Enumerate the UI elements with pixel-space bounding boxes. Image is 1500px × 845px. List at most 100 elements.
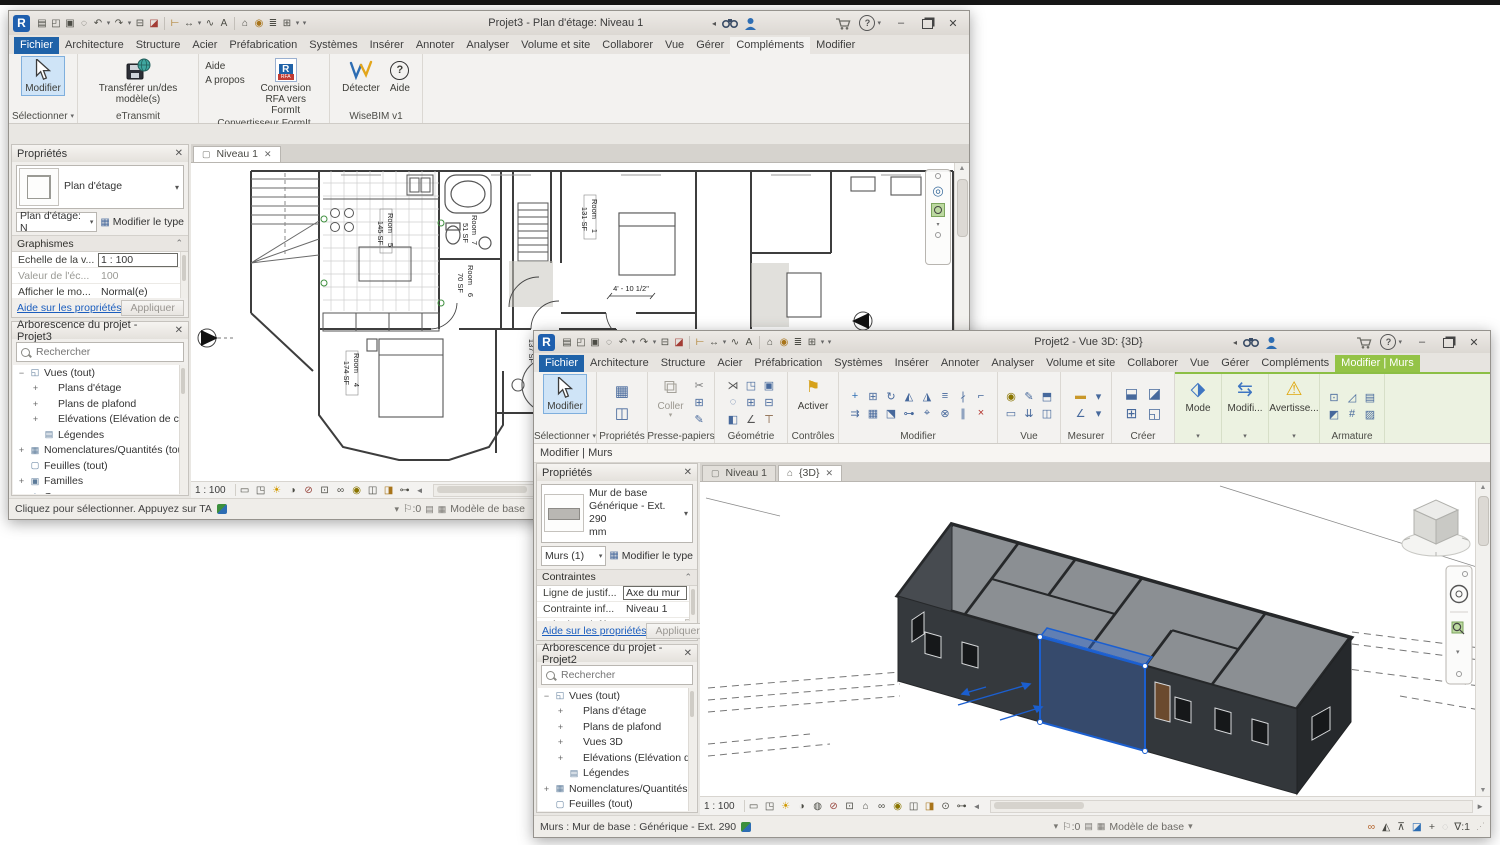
undo-caret-icon[interactable]: ▾ xyxy=(105,15,112,31)
select-links-icon[interactable]: ∞ xyxy=(1368,821,1376,833)
redo-caret-icon[interactable]: ▾ xyxy=(126,15,133,31)
detail-line-icon[interactable]: ∿ xyxy=(203,15,217,31)
print-icon[interactable]: ⊟ xyxy=(658,334,672,350)
sun-path-icon[interactable]: ☀ xyxy=(269,482,285,498)
ui-views-icon[interactable]: ▤ xyxy=(560,334,574,350)
render-icon[interactable]: ◍ xyxy=(810,798,826,814)
panel-etransmit[interactable]: eTransmit xyxy=(78,109,198,123)
ribbon-tab[interactable]: Architecture xyxy=(59,37,130,54)
modify-button[interactable]: Modifier xyxy=(22,57,64,95)
panel-select[interactable]: Sélectionner▾ xyxy=(534,429,596,443)
browser-search[interactable] xyxy=(541,665,693,685)
instance-dropdown[interactable]: Murs (1)▾ xyxy=(541,546,606,566)
close-view-icon[interactable]: ✕ xyxy=(264,149,272,160)
hammer-icon[interactable]: ⊤ xyxy=(761,411,778,427)
navbar-caret-icon[interactable]: ▾ xyxy=(936,221,939,228)
view-tab-niveau1[interactable]: ▢ Niveau 1 xyxy=(702,465,776,481)
undo-caret-icon[interactable]: ▾ xyxy=(630,334,637,350)
reveal-hidden-icon[interactable]: ◉ xyxy=(349,482,365,498)
beam-joins-icon[interactable]: ⊟ xyxy=(761,394,778,410)
close-properties-icon[interactable]: ✕ xyxy=(175,148,183,159)
split-icon[interactable]: ∤ xyxy=(955,388,972,404)
tree-item[interactable]: + Plans d'étage xyxy=(538,704,696,720)
show-crop-icon[interactable]: ⊡ xyxy=(842,798,858,814)
mode-button[interactable]: ⬗ Mode xyxy=(1182,377,1213,415)
mirror-pick-icon[interactable]: ◮ xyxy=(919,388,936,404)
align-icon[interactable]: ≡ xyxy=(937,388,954,404)
section-icon[interactable]: ◉ xyxy=(777,334,791,350)
worksharing-display-icon[interactable]: ◫ xyxy=(365,482,381,498)
ui-views-icon[interactable]: ▤ xyxy=(35,15,49,31)
paste-button[interactable]: ⧉ Coller ▾ xyxy=(654,375,686,421)
measure-length-icon[interactable]: ▬ xyxy=(1072,388,1089,404)
qat-separator[interactable] xyxy=(164,17,165,30)
scale-icon[interactable]: ⬔ xyxy=(883,405,900,421)
cut-geometry-icon[interactable]: ⋊ xyxy=(725,377,742,393)
close-properties-icon[interactable]: ✕ xyxy=(684,467,692,478)
status-caret-icon[interactable]: ▾ xyxy=(395,504,400,515)
help-caret-icon[interactable]: ▾ xyxy=(1398,338,1402,346)
dimension-icon[interactable]: ↔ xyxy=(182,15,196,31)
switch-windows-icon[interactable]: ⊞ xyxy=(805,334,819,350)
linework-icon[interactable]: ◫ xyxy=(1039,405,1056,421)
search-binoculars-icon[interactable] xyxy=(1243,336,1259,348)
dimension-caret-icon[interactable]: ▾ xyxy=(196,15,203,31)
wall-joins-icon[interactable]: ⊞ xyxy=(743,394,760,410)
visual-style-icon[interactable]: ◳ xyxy=(253,482,269,498)
fabric-sheet-icon[interactable]: # xyxy=(1344,406,1361,422)
hscroll-left-icon[interactable]: ◄ xyxy=(971,802,983,811)
properties-scrollbar[interactable] xyxy=(689,586,697,622)
ribbon-tab[interactable]: Gérer xyxy=(1215,355,1255,372)
ribbon-tab[interactable]: Modifier | Murs xyxy=(1335,355,1420,372)
cut-clipboard-icon[interactable]: ✂ xyxy=(691,377,708,393)
isolate-icon[interactable]: ∞ xyxy=(333,482,349,498)
navbar-options-icon[interactable] xyxy=(935,173,941,179)
vertical-scrollbar[interactable]: ▲▼ xyxy=(1475,482,1490,796)
tree-item[interactable]: ▢ Feuilles (tout) xyxy=(13,458,187,474)
active-workset[interactable]: Modèle de base xyxy=(1109,821,1184,833)
create-group-icon[interactable]: ⬓ xyxy=(1121,384,1143,403)
mirror-axis-icon[interactable]: ◭ xyxy=(901,388,918,404)
browser-search-input[interactable] xyxy=(34,345,179,359)
ribbon-tab[interactable]: Systèmes xyxy=(828,355,888,372)
panel-properties[interactable]: Propriétés xyxy=(597,429,647,443)
measure-icon[interactable]: ⊢ xyxy=(168,15,182,31)
tree-item[interactable]: + ▣ Familles xyxy=(13,474,187,490)
wisebim-help-button[interactable]: ? Aide xyxy=(387,57,413,95)
scale-control[interactable]: 1 : 100 xyxy=(704,801,735,812)
measure-icon[interactable]: ⊢ xyxy=(693,334,707,350)
tree-item[interactable]: + ▦ Nomenclatures/Quantités (tou xyxy=(13,443,187,459)
scale-control[interactable]: 1 : 100 xyxy=(195,485,226,496)
close-hidden-icon[interactable]: ◪ xyxy=(672,334,686,350)
reveal-hidden-icon[interactable]: ◉ xyxy=(890,798,906,814)
navbar-bottom-icon[interactable] xyxy=(935,232,941,238)
ribbon-tab[interactable]: Systèmes xyxy=(303,37,363,54)
user-account-icon[interactable] xyxy=(744,17,757,30)
filter-button[interactable]: ∇:1 xyxy=(1454,821,1470,833)
temporary-hide-icon[interactable]: ⊘ xyxy=(826,798,842,814)
select-pinned-icon[interactable]: ⊼ xyxy=(1397,821,1405,833)
close-button[interactable]: ✕ xyxy=(1462,334,1486,351)
switch-caret-icon[interactable]: ▾ xyxy=(819,334,826,350)
cart-icon[interactable] xyxy=(835,17,851,30)
help-caret-icon[interactable]: ▾ xyxy=(877,19,881,27)
lock-3d-icon[interactable]: ⊙ xyxy=(938,798,954,814)
group-constraints[interactable]: Contraintes xyxy=(537,569,697,586)
temporary-view-icon[interactable]: ◨ xyxy=(381,482,397,498)
ribbon-tab[interactable]: Structure xyxy=(655,355,712,372)
create-assembly-icon[interactable]: ⊞ xyxy=(1121,404,1143,423)
tree-item[interactable]: ▤ Légendes xyxy=(538,766,696,782)
panel-modif[interactable]: ▾ xyxy=(1222,429,1268,443)
browser-search-input[interactable] xyxy=(559,668,688,682)
editable-only-icon[interactable]: ⚐:0 xyxy=(1062,821,1080,833)
print-icon[interactable]: ⊟ xyxy=(133,15,147,31)
ribbon-tab[interactable]: Vue xyxy=(659,37,690,54)
text-icon[interactable]: A xyxy=(742,334,756,350)
minimize-button[interactable]: – xyxy=(1410,334,1434,351)
property-row[interactable]: Afficher le mo... Normal(e) xyxy=(12,284,188,298)
etransmit-button[interactable]: Transférer un/des modèle(s) xyxy=(83,57,193,106)
select-by-face-icon[interactable]: ◪ xyxy=(1412,821,1422,833)
tree-item[interactable]: − ◱ Vues (tout) xyxy=(13,365,187,381)
worksets-icon[interactable]: ▤ xyxy=(1084,821,1093,832)
sync-icon[interactable]: ◌ xyxy=(602,334,616,350)
